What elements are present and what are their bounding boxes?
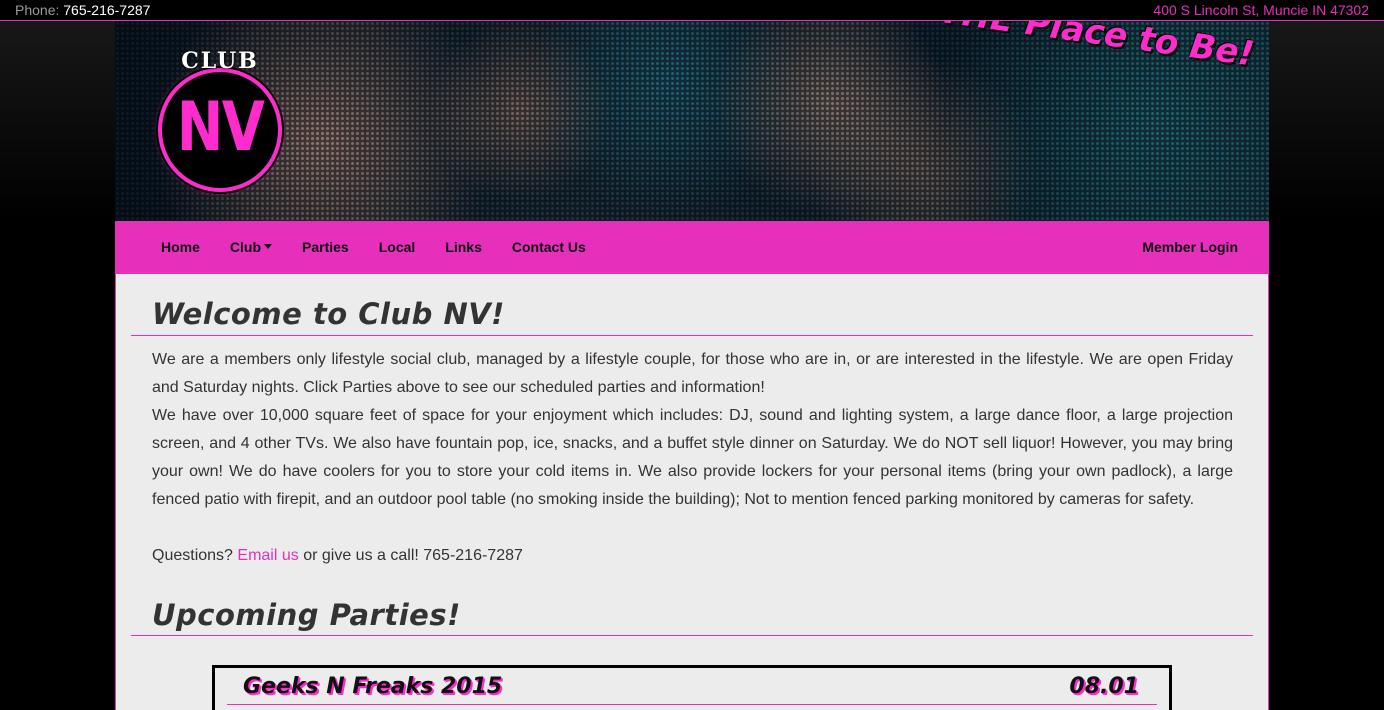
upcoming-parties-heading: Upcoming Parties! <box>131 595 1253 636</box>
member-login-link[interactable]: Member Login <box>1142 221 1238 274</box>
welcome-heading: Welcome to Club NV! <box>131 294 1253 336</box>
nav-local-label: Local <box>378 239 416 255</box>
email-us-link[interactable]: Email us <box>237 547 298 564</box>
phone-info: Phone: 765-216-7287 <box>15 0 150 20</box>
nav-parties-label: Parties <box>302 239 349 255</box>
address: 400 S Lincoln St, Muncie IN 47302 <box>1153 2 1369 18</box>
top-bar: Phone: 765-216-7287 400 S Lincoln St, Mu… <box>0 0 1384 21</box>
nav-home[interactable]: Home <box>146 221 215 274</box>
party-date: 08.01 <box>1069 674 1139 699</box>
caret-down-icon <box>264 243 273 249</box>
main-content: Welcome to Club NV! We are a members onl… <box>115 274 1269 710</box>
header-banner: CLUB NV It's THE Place to Be! <box>115 21 1269 221</box>
amenities-paragraph: We have over 10,000 square feet of space… <box>152 407 1233 508</box>
party-title: Geeks N Freaks 2015 <box>243 674 503 699</box>
nav-club[interactable]: Club <box>215 221 287 274</box>
phone-number[interactable]: 765-216-7287 <box>63 2 150 18</box>
nav-links-label: Links <box>445 239 482 255</box>
page-container: CLUB NV It's THE Place to Be! Home Club … <box>115 21 1269 710</box>
party-divider <box>227 704 1157 705</box>
nav-parties[interactable]: Parties <box>287 221 364 274</box>
nav-club-label: Club <box>229 239 262 255</box>
main-nav: Home Club Parties Local Links Contact Us… <box>115 221 1269 274</box>
nav-contact-label: Contact Us <box>511 239 586 255</box>
nav-links[interactable]: Links <box>430 221 497 274</box>
party-card[interactable]: Geeks N Freaks 2015 08.01 <box>212 665 1172 710</box>
club-nv-logo[interactable]: CLUB NV <box>157 48 283 198</box>
nav-home-label: Home <box>161 239 200 255</box>
questions-suffix: or give us a call! 765-216-7287 <box>303 547 523 564</box>
logo-club-text: CLUB <box>181 48 259 74</box>
questions-prefix: Questions? <box>152 547 233 564</box>
intro-paragraph: We are a members only lifestyle social c… <box>152 351 1233 396</box>
phone-label: Phone: <box>15 2 60 18</box>
questions-line: Questions? Email us or give us a call! 7… <box>152 542 1233 570</box>
nav-contact-us[interactable]: Contact Us <box>497 221 601 274</box>
nav-local[interactable]: Local <box>364 221 431 274</box>
logo-nv-text: NV <box>176 88 265 167</box>
